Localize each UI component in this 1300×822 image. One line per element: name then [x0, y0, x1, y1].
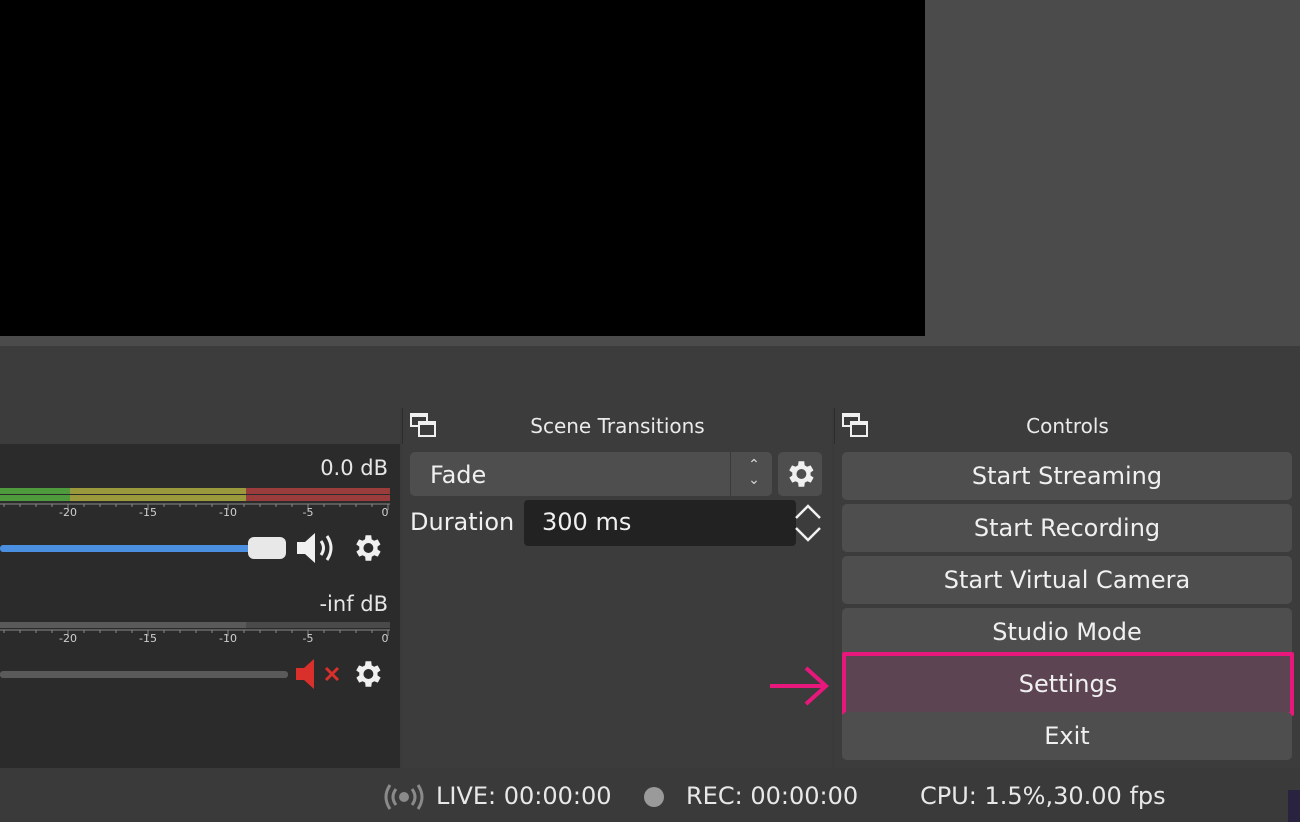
speaker-icon[interactable]	[294, 528, 342, 568]
undock-icon[interactable]	[841, 412, 869, 438]
tick-label: -5	[302, 632, 314, 645]
settings-button[interactable]: Settings	[842, 652, 1294, 716]
tick-label: -15	[139, 506, 157, 519]
rec-timer: REC: 00:00:00	[686, 782, 859, 810]
duration-value: 300 ms	[542, 508, 632, 536]
tick-label: -15	[139, 632, 157, 645]
live-timer: LIVE: 00:00:00	[436, 782, 612, 810]
transition-properties-button[interactable]	[778, 452, 822, 496]
cpu-fps-readout: CPU: 1.5%,30.00 fps	[920, 782, 1166, 810]
highlight-arrow-icon	[770, 666, 829, 706]
select-divider	[730, 452, 731, 496]
audio-mixer-header	[0, 408, 400, 444]
updown-chevron-icon: ⌃ ⌄	[748, 457, 760, 488]
preview-background	[925, 0, 1300, 336]
program-preview[interactable]	[0, 0, 925, 336]
tick-label: -20	[59, 632, 77, 645]
window-corner	[1288, 790, 1300, 822]
start-virtual-camera-button[interactable]: Start Virtual Camera	[842, 556, 1292, 604]
channel-level-label: -inf dB	[319, 592, 388, 616]
gear-icon[interactable]	[348, 656, 386, 692]
duration-input[interactable]: 300 ms	[524, 500, 796, 546]
duration-label: Duration	[410, 508, 515, 536]
broadcast-icon	[384, 784, 424, 810]
channel-level-label: 0.0 dB	[320, 456, 388, 480]
tick-label: 0	[381, 506, 389, 519]
tick-label: 0	[381, 632, 389, 645]
audio-mixer: 0.0 dB -20 -15 -10 -5 0 -inf dB -20 -15 …	[0, 444, 400, 768]
gear-icon	[789, 461, 814, 487]
gear-icon[interactable]	[348, 530, 386, 566]
controls-panel: Start Streaming Start Recording Start Vi…	[834, 444, 1300, 768]
scene-transitions-header: Scene Transitions	[402, 408, 832, 444]
undock-icon[interactable]	[409, 412, 437, 438]
status-bar: LIVE: 00:00:00 REC: 00:00:00 CPU: 1.5%,3…	[0, 770, 1300, 822]
transition-select-value: Fade	[430, 461, 487, 489]
dock-title: Controls	[1026, 414, 1109, 438]
dock-title: Scene Transitions	[530, 414, 705, 438]
duration-stepper[interactable]	[792, 500, 824, 546]
dock-area-spacer	[0, 346, 1300, 408]
transition-select[interactable]: Fade ⌃ ⌄	[410, 452, 772, 496]
scene-transitions-panel: Fade ⌃ ⌄ Duration 300 ms	[402, 444, 832, 768]
start-streaming-button[interactable]: Start Streaming	[842, 452, 1292, 500]
fader-handle[interactable]	[248, 537, 286, 559]
tick-label: -20	[59, 506, 77, 519]
start-recording-button[interactable]: Start Recording	[842, 504, 1292, 552]
exit-button[interactable]: Exit	[842, 712, 1292, 760]
muted-speaker-icon[interactable]	[294, 654, 344, 694]
tick-label: -5	[302, 506, 314, 519]
volume-fader[interactable]	[0, 545, 260, 552]
tick-label: -10	[219, 506, 237, 519]
volume-fader[interactable]	[0, 671, 288, 678]
record-dot-icon	[644, 787, 664, 807]
preview-border	[0, 336, 1300, 346]
studio-mode-button[interactable]: Studio Mode	[842, 608, 1292, 656]
tick-label: -10	[219, 632, 237, 645]
controls-header: Controls	[834, 408, 1300, 444]
volume-meter	[0, 488, 390, 502]
